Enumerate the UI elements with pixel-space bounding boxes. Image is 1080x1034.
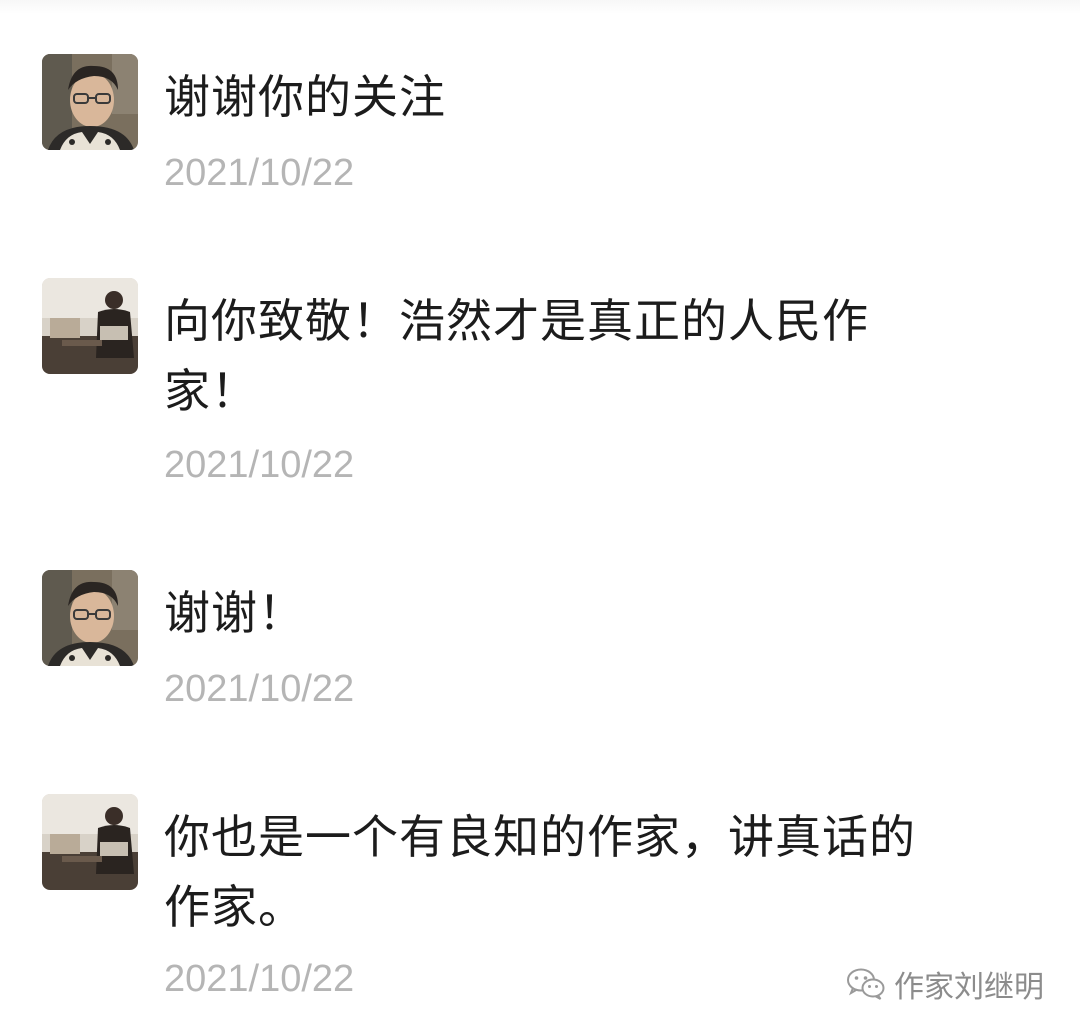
comment-date: 2021/10/22 [164,958,355,1000]
comment-date: 2021/10/22 [164,668,355,710]
avatar-portrait-glasses[interactable] [42,570,138,666]
avatar-seated-person-room[interactable] [42,278,138,374]
wechat-icon [846,967,886,1001]
comment-date: 2021/10/22 [164,444,355,486]
comment-text: 谢谢！ [164,586,305,640]
watermark-label: 作家刘继明 [894,970,1044,1005]
comment-text: 向你致敬！浩然才是真正的人民作 家！ [164,294,869,418]
avatar-seated-person-room[interactable] [42,794,138,890]
watermark: 作家刘继明 [846,962,1044,1006]
comment-text: 你也是一个有良知的作家，讲真话的 作家。 [164,810,916,934]
comment-date: 2021/10/22 [164,152,355,194]
avatar-portrait-glasses[interactable] [42,54,138,150]
comment-text: 谢谢你的关注 [164,70,446,124]
top-divider [0,0,1080,14]
